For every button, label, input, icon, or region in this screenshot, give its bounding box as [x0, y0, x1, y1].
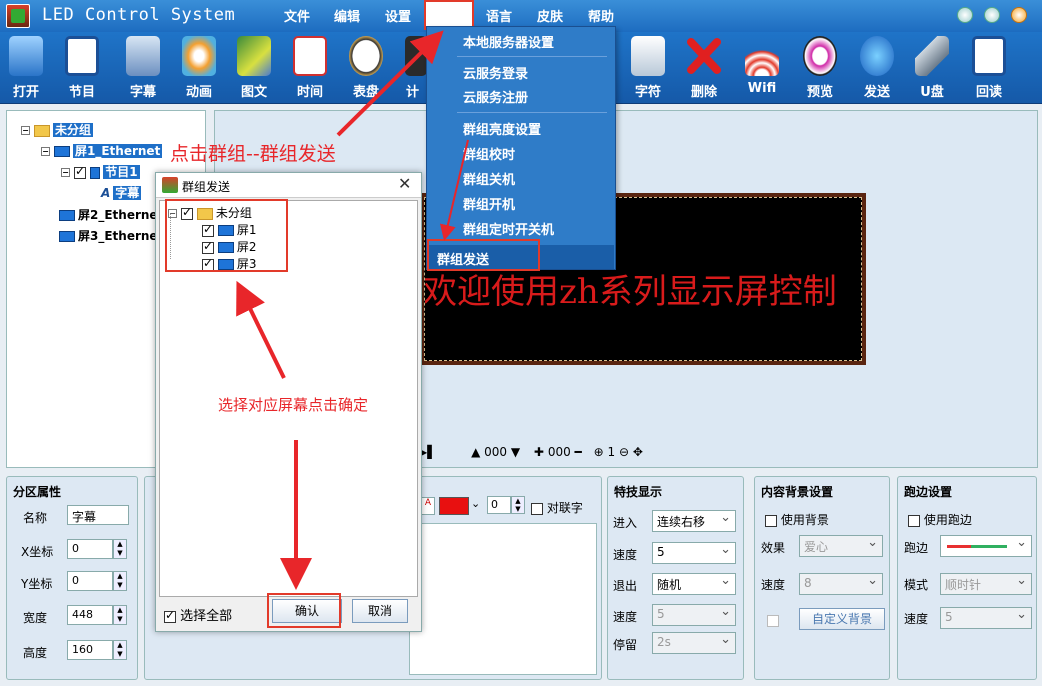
arrow-to-screen-selection — [236, 280, 286, 379]
arrow-to-group-menu — [336, 30, 444, 137]
annotation-arrows — [236, 30, 469, 590]
arrow-to-group-send — [439, 139, 469, 241]
